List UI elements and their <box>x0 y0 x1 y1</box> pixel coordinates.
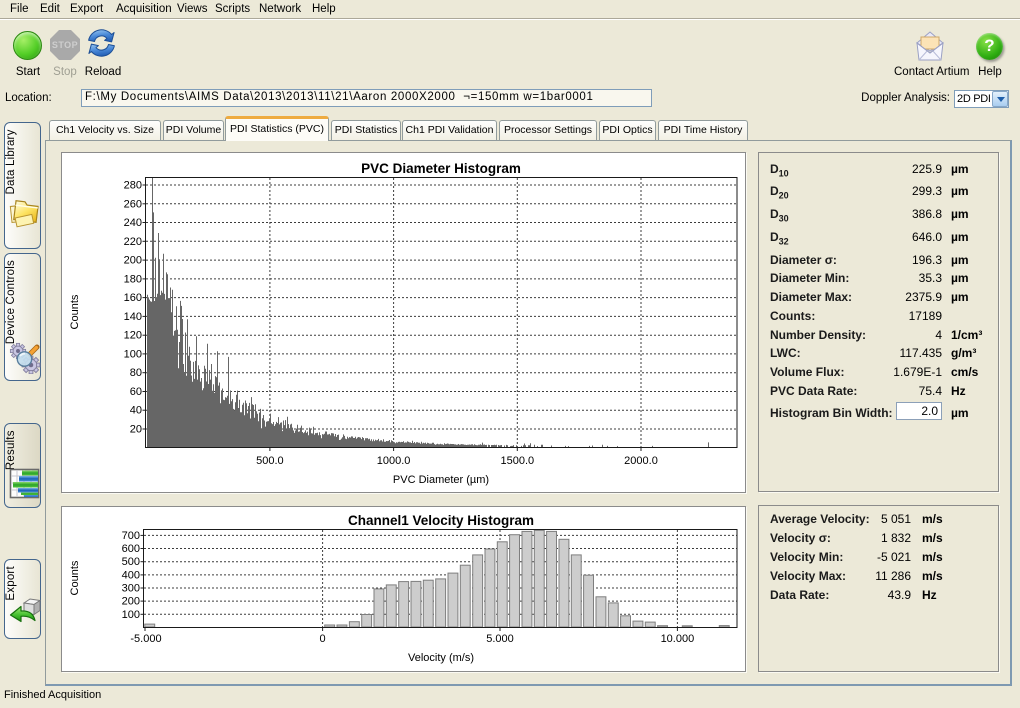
svg-text:200: 200 <box>124 255 142 267</box>
svg-text:300: 300 <box>122 583 140 595</box>
svg-text:PVC Diameter (µm): PVC Diameter (µm) <box>393 474 489 486</box>
svg-text:160: 160 <box>124 292 142 304</box>
svg-text:Velocity (m/s): Velocity (m/s) <box>408 652 474 664</box>
svg-text:2000.0: 2000.0 <box>624 455 658 467</box>
svg-text:140: 140 <box>124 311 142 323</box>
svg-text:1000.0: 1000.0 <box>377 455 411 467</box>
svg-text:PVC Diameter Histogram: PVC Diameter Histogram <box>361 161 521 176</box>
svg-text:100: 100 <box>122 609 140 621</box>
svg-text:1500.0: 1500.0 <box>500 455 534 467</box>
svg-text:120: 120 <box>124 330 142 342</box>
svg-text:10.000: 10.000 <box>661 633 695 645</box>
svg-text:100: 100 <box>124 348 142 360</box>
svg-text:80: 80 <box>130 367 142 379</box>
svg-text:Counts: Counts <box>69 294 81 329</box>
svg-text:20: 20 <box>130 424 142 436</box>
svg-text:60: 60 <box>130 386 142 398</box>
svg-text:180: 180 <box>124 273 142 285</box>
svg-text:-5.000: -5.000 <box>130 633 161 645</box>
svg-text:Counts: Counts <box>69 560 81 595</box>
svg-text:5.000: 5.000 <box>486 633 514 645</box>
svg-text:Channel1 Velocity Histogram: Channel1 Velocity Histogram <box>348 513 534 528</box>
svg-text:220: 220 <box>124 236 142 248</box>
svg-text:400: 400 <box>122 569 140 581</box>
svg-text:700: 700 <box>122 530 140 542</box>
svg-text:200: 200 <box>122 596 140 608</box>
svg-text:280: 280 <box>124 180 142 192</box>
svg-text:600: 600 <box>122 543 140 555</box>
svg-text:0: 0 <box>320 633 326 645</box>
svg-text:260: 260 <box>124 198 142 210</box>
svg-text:240: 240 <box>124 217 142 229</box>
svg-text:40: 40 <box>130 405 142 417</box>
svg-text:500: 500 <box>122 556 140 568</box>
svg-text:500.0: 500.0 <box>256 455 284 467</box>
